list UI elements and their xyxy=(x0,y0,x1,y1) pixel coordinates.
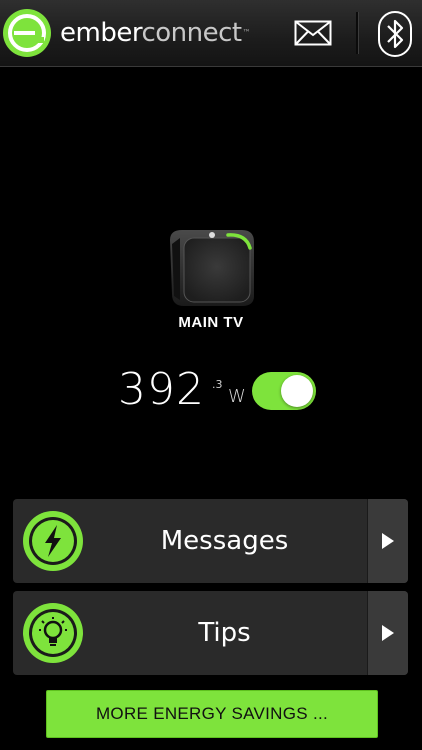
envelope-icon xyxy=(294,20,332,46)
device-name: MAIN TV xyxy=(178,314,244,331)
brand-name: emberconnect™ xyxy=(60,18,251,48)
tips-row[interactable]: Tips xyxy=(13,591,408,675)
power-decimal: .3 xyxy=(212,378,223,391)
brand-part-ember: ember xyxy=(60,18,142,48)
messages-row[interactable]: Messages xyxy=(13,499,408,583)
trademark-mark: ™ xyxy=(242,28,251,37)
bluetooth-button[interactable] xyxy=(372,8,418,60)
power-unit: W xyxy=(228,386,246,407)
smart-plug-icon[interactable] xyxy=(166,226,258,308)
bluetooth-icon xyxy=(378,11,412,57)
play-arrow-icon xyxy=(382,625,394,641)
toggle-knob xyxy=(281,375,313,407)
header-divider xyxy=(356,12,359,54)
tips-label: Tips xyxy=(198,618,251,648)
messages-label: Messages xyxy=(160,526,289,556)
messages-mail-button[interactable] xyxy=(286,14,340,52)
play-arrow-icon xyxy=(382,533,394,549)
ember-e-logo-icon xyxy=(2,8,52,58)
tips-arrow-button[interactable] xyxy=(367,591,408,675)
power-value: 392 xyxy=(118,364,205,415)
more-energy-savings-button[interactable]: MORE ENERGY SAVINGS ... xyxy=(46,690,378,738)
brand-part-connect: connect xyxy=(141,18,242,48)
header-bar: emberconnect™ xyxy=(0,0,422,67)
lightbulb-icon xyxy=(21,601,85,665)
app-screen: emberconnect™ MAIN TV 392 .3 W Messages … xyxy=(0,0,422,750)
lightning-bolt-icon xyxy=(21,509,85,573)
messages-arrow-button[interactable] xyxy=(367,499,408,583)
power-toggle-switch[interactable] xyxy=(252,372,316,410)
